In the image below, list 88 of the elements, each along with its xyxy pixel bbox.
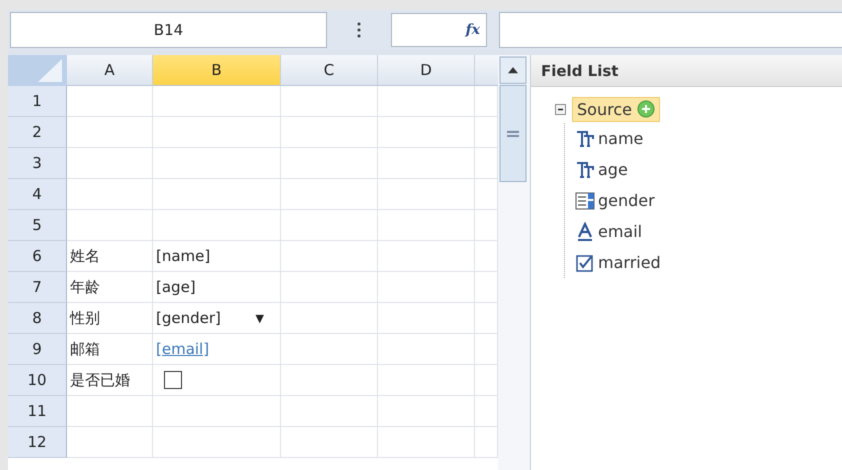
table-cell[interactable] [153,117,281,148]
table-cell[interactable] [153,210,281,241]
table-cell[interactable] [378,117,475,148]
row-header[interactable]: 8 [8,303,67,334]
text-type-icon [575,128,595,148]
table-cell[interactable] [281,303,378,334]
table-cell[interactable] [153,365,281,396]
table-cell[interactable] [67,86,153,117]
row-header[interactable]: 5 [8,210,67,241]
table-cell[interactable] [378,86,475,117]
table-cell[interactable] [153,148,281,179]
panel-title: Field List [531,55,842,87]
field-item[interactable]: married [598,253,661,272]
table-cell[interactable] [67,210,153,241]
table-cell[interactable] [378,303,475,334]
list-box-icon [575,190,595,210]
column-header[interactable]: B [153,55,281,86]
checkbox-icon [575,252,595,272]
function-button[interactable]: fx [466,22,480,38]
table-cell[interactable] [281,210,378,241]
table-cell[interactable] [67,427,153,458]
table-cell[interactable]: 姓名 [67,241,153,272]
table-cell[interactable] [153,396,281,427]
table-cell[interactable] [153,179,281,210]
table-cell[interactable] [67,396,153,427]
column-header[interactable]: D [378,55,475,86]
tree-node[interactable]: Source [572,96,660,122]
checkbox[interactable] [164,371,182,389]
vertical-scrollbar[interactable] [498,55,530,470]
row-header[interactable]: 3 [8,148,67,179]
field-item[interactable]: gender [598,191,655,210]
table-cell[interactable] [281,241,378,272]
row-header[interactable]: 4 [8,179,67,210]
table-cell[interactable] [378,396,475,427]
formula-field[interactable] [499,12,842,48]
table-cell[interactable]: [gender] ▼ [153,303,281,334]
column-header[interactable]: A [67,55,153,86]
column-header[interactable]: C [281,55,378,86]
table-cell[interactable]: [age] [153,272,281,303]
table-cell[interactable] [281,272,378,303]
text-type-icon [575,160,595,180]
cell-text: [gender] [156,309,221,327]
table-cell[interactable] [281,427,378,458]
add-icon[interactable] [636,100,655,118]
table-cell[interactable] [281,334,378,365]
table-cell[interactable]: 年龄 [67,272,153,303]
dropdown-arrow[interactable]: ▼ [256,312,264,324]
table-cell[interactable] [281,86,378,117]
table-cell[interactable] [378,210,475,241]
row-header[interactable]: 1 [8,86,67,117]
table-cell[interactable] [378,427,475,458]
table-cell[interactable]: 性别 [67,303,153,334]
collapse-icon[interactable] [555,104,566,114]
email-link[interactable]: [email] [156,340,210,358]
row-header[interactable]: 11 [8,396,67,427]
table-cell[interactable] [281,365,378,396]
row-header[interactable]: 6 [8,241,67,272]
table-cell[interactable] [281,117,378,148]
table-cell[interactable] [378,241,475,272]
table-cell[interactable] [378,148,475,179]
field-item[interactable]: age [598,160,628,179]
table-cell[interactable] [281,179,378,210]
table-cell[interactable]: 邮箱 [67,334,153,365]
field-item[interactable]: name [598,129,644,148]
table-cell[interactable] [378,334,475,365]
table-cell[interactable]: 是否已婚 [67,365,153,396]
select-all-corner[interactable] [8,55,67,86]
table-cell[interactable] [67,117,153,148]
field-item[interactable]: email [598,222,642,241]
column-header [475,55,498,86]
name-box[interactable]: B14 [10,12,327,48]
table-cell[interactable] [281,148,378,179]
table-cell[interactable] [67,179,153,210]
table-cell[interactable] [378,272,475,303]
row-header[interactable]: 2 [8,117,67,148]
table-cell[interactable] [153,427,281,458]
table-cell[interactable] [378,179,475,210]
row-header[interactable]: 7 [8,272,67,303]
table-cell[interactable] [153,86,281,117]
table-cell[interactable] [67,148,153,179]
underlined-letter-icon [575,222,595,242]
row-header[interactable]: 12 [8,427,67,458]
table-cell[interactable]: [name] [153,241,281,272]
table-cell[interactable]: [email] [153,334,281,365]
row-header[interactable]: 9 [8,334,67,365]
row-header[interactable]: 10 [8,365,67,396]
table-cell[interactable] [378,365,475,396]
table-cell[interactable] [281,396,378,427]
